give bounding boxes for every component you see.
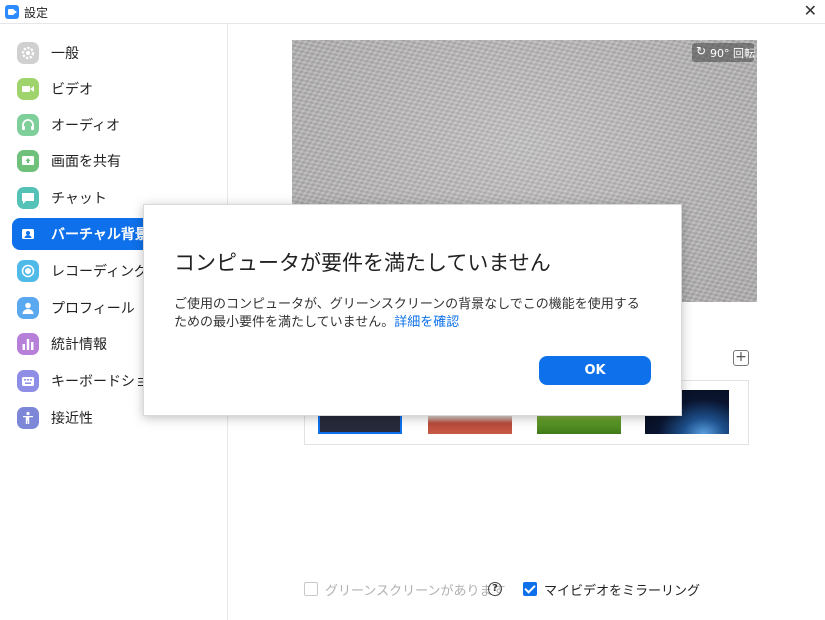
sidebar-item-audio[interactable]: オーディオ: [12, 109, 226, 141]
sidebar-item-label: バーチャル背景: [51, 227, 149, 243]
requirements-dialog: コンピュータが要件を満たしていません ご使用のコンピュータが、グリーンスクリーン…: [143, 204, 682, 416]
sidebar-item-label: 画面を共有: [51, 154, 121, 170]
share-screen-icon: [17, 150, 39, 172]
rotate-90-button[interactable]: ↻ 90° 回転: [692, 43, 755, 62]
sidebar-item-label: 一般: [51, 46, 79, 62]
zoom-app-icon: [5, 5, 19, 19]
plus-icon[interactable]: +: [733, 350, 749, 366]
sidebar-item-video[interactable]: ビデオ: [12, 73, 226, 105]
sidebar-item-label: チャット: [51, 191, 107, 207]
mirror-video-label: マイビデオをミラーリング: [544, 584, 701, 599]
virtual-background-icon: [17, 223, 39, 245]
record-icon: [17, 260, 39, 282]
rotate-icon: ↻: [696, 44, 707, 58]
window-title: 設定: [24, 6, 49, 20]
dialog-message: ご使用のコンピュータが、グリーンスクリーンの背景なしでこの機能を使用するための最…: [174, 296, 644, 332]
headphones-icon: [17, 114, 39, 136]
green-screen-label: グリーンスクリーンがあります: [325, 584, 506, 599]
chat-bubble-icon: [17, 187, 39, 209]
statistics-icon: [17, 333, 39, 355]
sidebar-item-label: 統計情報: [51, 337, 107, 353]
sidebar-item-share-screen[interactable]: 画面を共有: [12, 145, 226, 177]
sidebar-item-label: ビデオ: [51, 82, 93, 98]
sidebar-item-general[interactable]: 一般: [12, 37, 226, 69]
learn-more-link[interactable]: 詳細を確認: [394, 315, 459, 330]
keyboard-icon: [17, 370, 39, 392]
sidebar-item-virtual-background[interactable]: バーチャル背景: [12, 218, 162, 250]
mirror-video-checkbox[interactable]: [523, 582, 537, 596]
title-bar: 設定 ✕: [0, 0, 825, 24]
ok-button[interactable]: OK: [539, 356, 651, 385]
rotate-label: 90° 回転: [710, 47, 755, 60]
sidebar-item-label: 接近性: [51, 411, 93, 427]
sidebar-item-label: プロフィール: [51, 301, 135, 317]
green-screen-checkbox[interactable]: [304, 582, 318, 596]
accessibility-icon: [17, 407, 39, 429]
sidebar-item-label: オーディオ: [51, 118, 121, 134]
gear-icon: [17, 42, 39, 64]
help-icon[interactable]: ?: [488, 582, 502, 596]
video-camera-icon: [17, 78, 39, 100]
close-icon[interactable]: ✕: [804, 2, 817, 20]
profile-icon: [17, 297, 39, 319]
dialog-title: コンピュータが要件を満たしていません: [174, 251, 551, 275]
